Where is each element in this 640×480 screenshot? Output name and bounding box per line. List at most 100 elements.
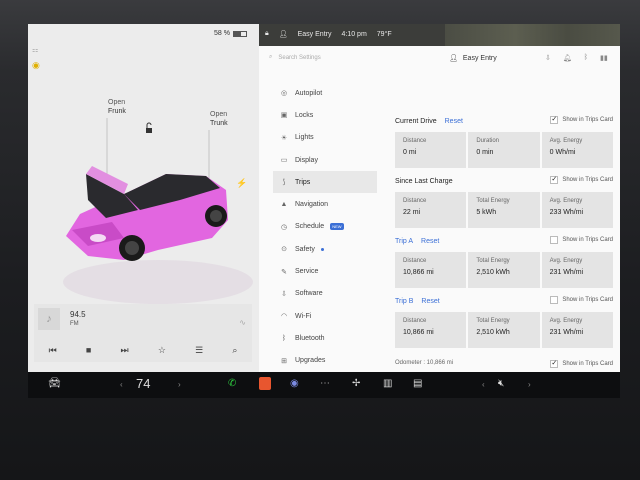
stop-icon[interactable]: ■ [86, 345, 91, 355]
notification-dot [320, 247, 324, 251]
profile-icon: 👤︎ [449, 55, 458, 62]
unlock-icon[interactable] [146, 122, 152, 133]
checkbox[interactable] [550, 296, 559, 304]
menu-label: Navigation [295, 201, 329, 209]
show-in-trips-checkbox[interactable]: Show in Trips Card [550, 296, 613, 304]
lock-status-icon[interactable]: 🔒︎ [265, 30, 269, 38]
search-icon[interactable]: ⌕ [232, 345, 237, 356]
new-badge: NEW [330, 223, 344, 231]
menu-autopilot[interactable]: ◎ Autopilot [273, 82, 377, 104]
next-icon[interactable]: ⏭ [121, 345, 129, 356]
stat-value: 2,510 kWh [476, 329, 510, 336]
menu-upgrades[interactable]: ⊞ Upgrades [273, 350, 377, 372]
temp-down-icon[interactable]: ‹ [120, 380, 123, 389]
menu-label: Lights [295, 134, 314, 142]
menu-lights[interactable]: ☀ Lights [273, 127, 377, 149]
search-settings[interactable]: ⌕ Search Settings [269, 54, 321, 61]
stat-value: 233 Wh/mi [549, 209, 584, 216]
menu-display[interactable]: ▭ Display [273, 149, 377, 171]
stat-value: 2,510 kWh [476, 269, 510, 276]
cabin-temperature[interactable]: 74 [136, 376, 150, 391]
steering-wheel-icon: ◎ [280, 90, 288, 98]
front-defrost-icon[interactable]: ▤ [413, 378, 422, 389]
checkbox[interactable] [550, 115, 559, 124]
show-in-trips-checkbox[interactable]: Show in Trips Card [550, 175, 613, 184]
audio-icon[interactable] [259, 377, 271, 390]
menu-label: Locks [295, 111, 314, 119]
phone-icon[interactable]: ✆ [228, 378, 236, 389]
stat-label: Avg. Energy [549, 138, 583, 144]
menu-bluetooth[interactable]: ᛒ Bluetooth [273, 327, 377, 349]
safety-icon: ⊙ [281, 246, 287, 254]
map-strip[interactable] [445, 24, 620, 46]
trips-icon: ⟆ [282, 179, 286, 187]
show-in-trips-checkbox[interactable]: Show in Trips Card [550, 236, 613, 244]
checkbox-label: Show in Trips Card [562, 237, 613, 243]
volume-down-icon[interactable]: ‹ [482, 380, 485, 389]
profile-name: Easy Entry [462, 54, 497, 62]
menu-label: Bluetooth [295, 334, 325, 342]
download-icon: ⇩ [281, 290, 287, 298]
stat-label: Total Energy [476, 198, 510, 204]
since-last-charge-section: Since Last Charge Show in Trips Card Dis… [395, 174, 613, 228]
odometer-show-in-trips-checkbox[interactable]: Show in Trips Card [550, 359, 613, 368]
status-profile[interactable]: Easy Entry [298, 31, 332, 38]
menu-wifi[interactable]: ◠ Wi-Fi [273, 305, 377, 327]
wifi-icon: ◠ [280, 313, 288, 321]
car-icon[interactable]: 🚘︎ [48, 378, 61, 389]
bluetooth-icon: ᛒ [281, 334, 287, 342]
download-icon[interactable]: ⇩ [545, 54, 551, 62]
volume-up-icon[interactable]: › [528, 380, 531, 389]
top-icons: ⇩ 🔔︎ ᛒ ▮▮ [545, 54, 608, 62]
stat-value: 231 Wh/mi [549, 329, 584, 336]
touchscreen: ⚏ ◉ 58 % Open Frunk Open Trunk ⚡ ♪ 94.5 … [28, 24, 620, 372]
equalizer-icon[interactable]: ☰ [195, 345, 203, 356]
camera-icon[interactable]: ◉ [290, 378, 299, 389]
checkbox-label: Show in Trips Card [562, 177, 613, 183]
stat-cell: Avg. Energy 231 Wh/mi [541, 252, 613, 288]
menu-locks[interactable]: ▣ Locks [273, 104, 377, 126]
bell-icon[interactable]: 🔔︎ [563, 54, 572, 62]
menu-software[interactable]: ⇩ Software [273, 283, 377, 305]
mute-icon[interactable]: 🔇︎ [498, 378, 504, 389]
stat-cell: Duration 0 min [468, 132, 540, 168]
stat-label: Avg. Energy [549, 318, 583, 324]
stat-label: Distance [403, 258, 427, 264]
profile-icon: 👤︎ [278, 31, 288, 38]
checkbox[interactable] [550, 175, 559, 184]
stat-cell: Distance 10,866 mi [395, 252, 467, 288]
current-drive-section: Current Drive Reset Show in Trips Card D… [395, 114, 613, 168]
outside-temp: 79°F [376, 30, 392, 38]
media-controls: ⏮ ■ ⏭ ☆ ☰ ⌕ [34, 342, 252, 358]
music-note-icon: ♪ [38, 308, 60, 330]
driver-profile[interactable]: 👤︎ Easy Entry [449, 54, 497, 63]
bluetooth-icon[interactable]: ᛒ [584, 54, 588, 62]
stats-row: Distance 10,866 mi Total Energy 2,510 kWh … [395, 312, 613, 348]
menu-safety[interactable]: ⊙ Safety [273, 238, 377, 260]
menu-schedule[interactable]: ◷ Schedule NEW [273, 216, 377, 238]
radio-band: FM [70, 321, 79, 327]
temp-up-icon[interactable]: › [178, 380, 181, 389]
menu-service[interactable]: ✎ Service [273, 260, 377, 282]
reset-button[interactable]: Reset [421, 298, 439, 305]
favorite-star-icon[interactable]: ☆ [158, 345, 166, 356]
menu-trips[interactable]: ⟆ Trips [273, 171, 377, 194]
navigation-icon: ▲ [280, 201, 288, 209]
menu-navigation[interactable]: ▲ Navigation [273, 193, 377, 215]
reset-button[interactable]: Reset [421, 238, 439, 245]
show-in-trips-checkbox[interactable]: Show in Trips Card [550, 115, 613, 124]
stat-value: 0 mi [403, 149, 417, 156]
rear-defrost-icon[interactable]: ▥ [383, 378, 392, 389]
stats-row: Distance 22 mi Total Energy 5 kWh Avg. Ene… [395, 192, 613, 228]
menu-label: Software [295, 290, 323, 298]
more-apps-icon[interactable]: ⋯ [320, 378, 330, 389]
clock-icon: ◷ [280, 223, 288, 231]
fan-icon[interactable]: ✢ [352, 378, 360, 389]
menu-label: Service [295, 268, 319, 276]
checkbox[interactable] [550, 359, 559, 368]
checkbox[interactable] [550, 236, 559, 244]
media-player[interactable]: ♪ 94.5 FM ∿ ⏮ ■ ⏭ ☆ ☰ ⌕ [34, 304, 252, 362]
reset-button[interactable]: Reset [445, 118, 463, 125]
stat-label: Distance [403, 198, 427, 204]
previous-icon[interactable]: ⏮ [49, 345, 57, 356]
